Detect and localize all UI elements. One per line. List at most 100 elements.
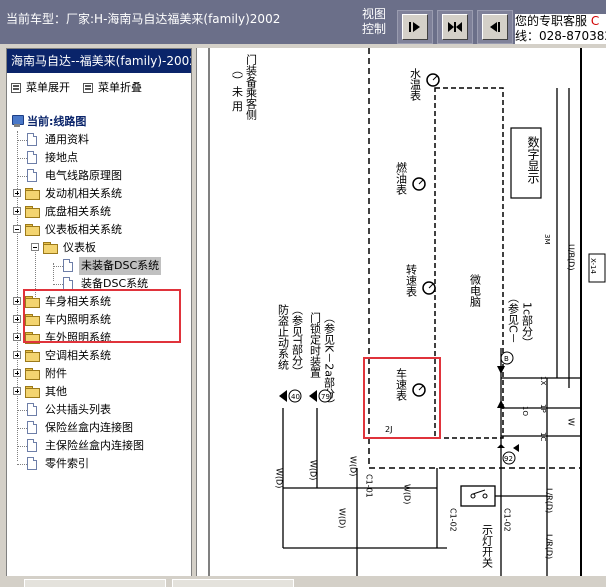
tree-item-label: 未装备DSC系统 <box>79 257 162 275</box>
wire-label: U/B(D) <box>567 244 576 270</box>
folder-open-icon <box>43 242 58 254</box>
tach-label: 转速表 <box>405 263 418 298</box>
highlight-box <box>23 289 181 343</box>
diagram-pane[interactable]: 数字显示 水温表 燃油表 转速表 车速表 微电脑 2J 门装备乘客侧 （）未 用… <box>196 48 606 576</box>
top-bar: 当前车型：厂家:H-海南马自达福美来(family)2002 视图控制 您的专职… <box>0 0 606 44</box>
pin-label: 2J <box>385 425 392 434</box>
document-icon <box>27 439 37 452</box>
tree-root-label: 当前:线路图 <box>27 115 87 128</box>
view-control-label: 视图控制 <box>362 7 387 36</box>
connector-label: 79 <box>321 393 330 401</box>
tree-line <box>17 446 27 447</box>
tree-line <box>17 131 18 461</box>
ref-c-label: （参见C－ <box>507 292 520 344</box>
expand-plus-icon[interactable] <box>13 189 21 197</box>
anti-theft-ref: （参见T部分） <box>291 304 304 377</box>
split-arrows-icon <box>448 22 462 32</box>
computer-icon <box>11 115 24 128</box>
pin-label: 3M <box>543 234 551 245</box>
menu-icon <box>83 83 93 93</box>
folder-icon <box>25 368 40 380</box>
folder-icon <box>25 206 40 218</box>
connector-label: X-14 <box>589 258 597 274</box>
wiring-diagram: 数字显示 水温表 燃油表 转速表 车速表 微电脑 2J 门装备乘客侧 （）未 用… <box>208 48 606 576</box>
menu-collapse-button[interactable]: 菜单折叠 <box>83 79 142 95</box>
document-icon <box>27 403 37 416</box>
tree-line <box>17 176 27 177</box>
wire-label: W(D) <box>275 468 284 488</box>
ref-c-label-2: 1c部分） <box>521 302 534 348</box>
tree-item-label: 其他 <box>45 385 67 398</box>
bottom-scrollbar[interactable] <box>0 576 606 587</box>
tree-line <box>53 284 63 285</box>
tree-item-label: 零件索引 <box>45 457 89 470</box>
expand-plus-icon[interactable] <box>13 351 21 359</box>
wire-label: W(D) <box>403 484 412 504</box>
arrow-left-bar-icon <box>490 22 500 32</box>
pin-label: 1O <box>521 406 529 416</box>
tree-item-label: 电气线路原理图 <box>45 169 122 182</box>
tree-line <box>17 140 27 141</box>
door-lock-label: 门锁定时装置 <box>309 311 322 378</box>
anti-theft-label: 防盗止动系统 <box>277 303 290 370</box>
speedometer-label: 车速表 <box>395 367 408 402</box>
menu-collapse-label: 菜单折叠 <box>98 81 142 94</box>
tree-line <box>17 410 27 411</box>
tree-item-label: 发动机相关系统 <box>45 187 122 200</box>
fuel-gauge-label: 燃油表 <box>395 161 408 196</box>
tree-line <box>17 464 27 465</box>
service-text: 您的专职客服 <box>515 14 588 28</box>
service-hotline: 您的专职客服 C 线：028-870382 <box>515 14 606 44</box>
tree-item-label: 附件 <box>45 367 67 380</box>
expand-plus-icon[interactable] <box>13 315 21 323</box>
service-phone: 线：028-870382 <box>515 29 606 43</box>
collapse-minus-icon[interactable] <box>31 243 39 251</box>
view-right-button[interactable] <box>402 14 428 40</box>
menu-icon <box>11 83 21 93</box>
wire-label: L/R(D) <box>545 534 554 559</box>
tree-item-label: 底盘相关系统 <box>45 205 111 218</box>
door-lamp-note: （）未 用 <box>231 64 244 112</box>
tree-item-label: 仪表板 <box>63 241 96 254</box>
digital-display-label: 数字显示 <box>526 135 540 184</box>
document-icon <box>27 421 37 434</box>
left-pane-title: 海南马自达--福美来(family)-2002 <box>7 49 191 73</box>
pin-label: 1C <box>539 432 547 441</box>
connector-label: 92 <box>504 455 513 463</box>
tree-line <box>17 158 27 159</box>
collapse-minus-icon[interactable] <box>13 225 21 233</box>
folder-icon <box>25 350 40 362</box>
tree-item-label: 保险丝盒内连接图 <box>45 421 133 434</box>
tree-line <box>17 428 27 429</box>
microcomputer-label: 微电脑 <box>469 273 482 308</box>
wire-label: W(D) <box>349 456 358 476</box>
tree-line <box>53 266 63 267</box>
tree-item-label: 仪表板相关系统 <box>45 223 122 236</box>
document-icon <box>27 169 37 182</box>
menu-expand-button[interactable]: 菜单展开 <box>11 79 70 95</box>
door-lamp-label: 门装备乘客侧 <box>245 53 258 121</box>
service-text-red: C <box>590 14 600 28</box>
expand-plus-icon[interactable] <box>13 333 21 341</box>
view-left-button[interactable] <box>482 14 508 40</box>
left-tree-pane: 海南马自达--福美来(family)-2002 菜单展开 菜单折叠 当前:线路图… <box>6 48 192 578</box>
document-icon <box>27 457 37 470</box>
document-icon <box>63 259 73 272</box>
expand-plus-icon[interactable] <box>13 369 21 377</box>
expand-plus-icon[interactable] <box>13 207 21 215</box>
wire-label: L/R(D) <box>545 488 554 513</box>
wire-label: W(D) <box>309 460 318 480</box>
menu-toolbar: 菜单展开 菜单折叠 <box>7 77 191 97</box>
tree-item-label: 主保险丝盒内连接图 <box>45 439 144 452</box>
expand-plus-icon[interactable] <box>13 297 21 305</box>
connector-label: B <box>504 355 509 363</box>
pin-label: 1X <box>539 376 547 385</box>
tree-item-label: 公共插头列表 <box>45 403 111 416</box>
connector-label: C1-02 <box>449 508 458 532</box>
arrow-right-bar-icon <box>409 22 420 32</box>
connector-label: C1-02 <box>503 508 512 532</box>
expand-plus-icon[interactable] <box>13 387 21 395</box>
view-split-button[interactable] <box>442 14 468 40</box>
folder-icon <box>25 188 40 200</box>
folder-icon <box>25 386 40 398</box>
